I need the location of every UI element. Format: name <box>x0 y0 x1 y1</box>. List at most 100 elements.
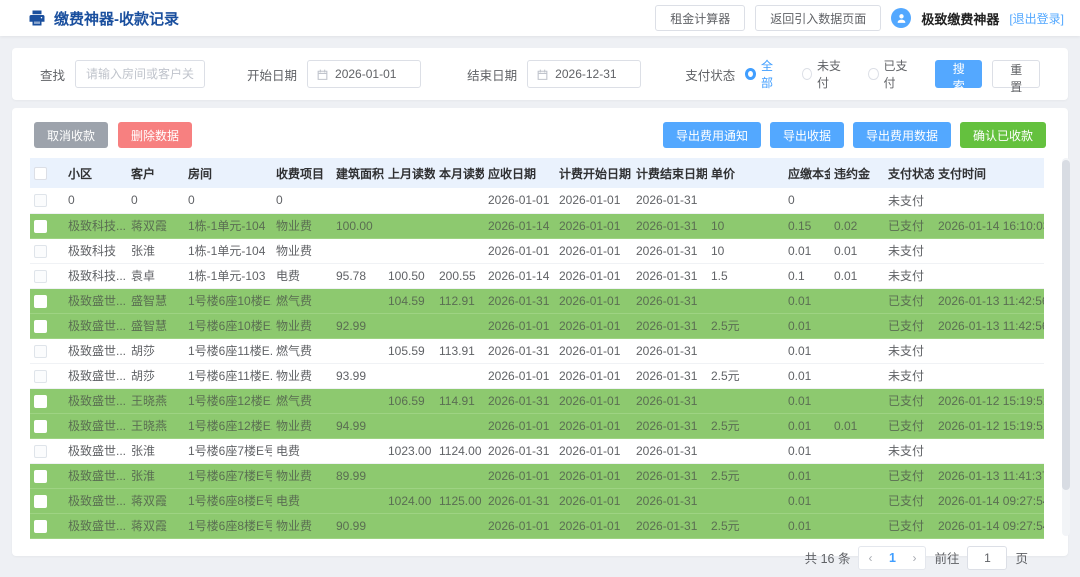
checkbox-cell <box>30 513 64 538</box>
table-cell: 物业费 <box>272 213 332 238</box>
column-header: 上月读数 <box>384 158 435 188</box>
table-cell: 未支付 <box>884 338 934 363</box>
search-button[interactable]: 搜索 <box>935 60 983 88</box>
back-to-import-button[interactable]: 返回引入数据页面 <box>755 5 881 31</box>
cancel-collection-button[interactable]: 取消收款 <box>34 122 108 148</box>
current-page-button[interactable]: 1 <box>881 551 903 565</box>
table-cell: 1.5 <box>707 263 784 288</box>
table-cell: 盛智慧 <box>127 288 184 313</box>
table-row[interactable]: 极致盛世...盛智慧1号楼6座10楼E...物业费92.992026-01-01… <box>30 313 1044 338</box>
table-cell <box>707 338 784 363</box>
table-cell: 2026-01-01 <box>555 338 632 363</box>
table-row[interactable]: 极致盛世...胡莎1号楼6座11楼E...物业费93.992026-01-012… <box>30 363 1044 388</box>
table-cell: 0.01 <box>784 388 830 413</box>
table-cell: 王晓燕 <box>127 413 184 438</box>
select-all-checkbox[interactable] <box>34 167 47 180</box>
table-cell: 已支付 <box>884 513 934 538</box>
filter-bar: 查找 开始日期 2026-01-01 结束日期 2026-12-31 支付状态 … <box>12 48 1068 100</box>
table-cell: 未支付 <box>884 238 934 263</box>
table-cell: 物业费 <box>272 313 332 338</box>
table-cell: 2026-01-31 <box>632 288 707 313</box>
row-checkbox[interactable] <box>34 194 47 207</box>
reset-button[interactable]: 重置 <box>992 60 1040 88</box>
table-cell: 物业费 <box>272 463 332 488</box>
table-cell: 极致盛世... <box>64 413 127 438</box>
table-cell: 2026-01-14 09:27:54 <box>934 513 1044 538</box>
row-checkbox[interactable] <box>34 420 47 433</box>
next-page-button[interactable]: › <box>903 551 925 565</box>
table-cell: 张淮 <box>127 463 184 488</box>
pay-status-radio-全部[interactable]: 全部 <box>745 57 779 91</box>
table-row[interactable]: 极致盛世...盛智慧1号楼6座10楼E...燃气费104.59112.91202… <box>30 288 1044 313</box>
table-cell: 燃气费 <box>272 388 332 413</box>
table-cell: 2026-01-01 <box>555 513 632 538</box>
end-date-input[interactable]: 2026-12-31 <box>527 60 641 88</box>
table-row[interactable]: 00002026-01-012026-01-012026-01-310未支付 <box>30 188 1044 213</box>
row-checkbox[interactable] <box>34 220 47 233</box>
search-input[interactable] <box>75 60 205 88</box>
checkbox-cell <box>30 413 64 438</box>
row-checkbox[interactable] <box>34 345 47 358</box>
prev-page-button[interactable]: ‹ <box>859 551 881 565</box>
row-checkbox[interactable] <box>34 295 47 308</box>
table-cell: 1号楼6座10楼E... <box>184 288 272 313</box>
table-cell: 2026-01-31 <box>632 438 707 463</box>
radio-dot-icon <box>745 68 756 80</box>
table-cell: 未支付 <box>884 438 934 463</box>
table-cell <box>830 188 884 213</box>
pagination-total: 共 16 条 <box>805 548 851 567</box>
row-checkbox[interactable] <box>34 445 47 458</box>
pay-status-radio-已支付[interactable]: 已支付 <box>868 57 913 91</box>
table-row[interactable]: 极致盛世...王晓燕1号楼6座12楼E...物业费94.992026-01-01… <box>30 413 1044 438</box>
export-fee-data-button[interactable]: 导出费用数据 <box>853 122 951 148</box>
scrollbar-thumb[interactable] <box>1062 160 1070 490</box>
radio-label: 未支付 <box>817 57 846 91</box>
table-cell: 2026-01-01 <box>555 488 632 513</box>
table-row[interactable]: 极致科技...蒋双霞1栋-1单元-104物业费100.002026-01-142… <box>30 213 1044 238</box>
export-fee-notice-button[interactable]: 导出费用通知 <box>663 122 761 148</box>
row-checkbox[interactable] <box>34 245 47 258</box>
table-row[interactable]: 极致盛世...张淮1号楼6座7楼E号房物业费89.992026-01-01202… <box>30 463 1044 488</box>
table-row[interactable]: 极致科技张淮1栋-1单元-104物业费2026-01-012026-01-012… <box>30 238 1044 263</box>
table-toolbar: 取消收款 删除数据 导出费用通知 导出收据 导出费用数据 确认已收款 <box>34 122 1046 148</box>
table-row[interactable]: 极致盛世...蒋双霞1号楼6座8楼E号房物业费90.992026-01-0120… <box>30 513 1044 538</box>
logout-link[interactable]: [退出登录] <box>1009 10 1064 27</box>
rent-calculator-button[interactable]: 租金计算器 <box>655 5 745 31</box>
table-cell: 2026-01-31 <box>632 413 707 438</box>
table-cell: 物业费 <box>272 238 332 263</box>
row-checkbox[interactable] <box>34 470 47 483</box>
table-cell: 已支付 <box>884 213 934 238</box>
row-checkbox[interactable] <box>34 270 47 283</box>
table-cell: 0 <box>184 188 272 213</box>
table-cell <box>934 338 1044 363</box>
column-header: 支付时间 <box>934 158 1044 188</box>
table-row[interactable]: 极致盛世...蒋双霞1号楼6座8楼E号房电费1024.001125.002026… <box>30 488 1044 513</box>
row-checkbox[interactable] <box>34 495 47 508</box>
table-row[interactable]: 极致盛世...王晓燕1号楼6座12楼E...燃气费106.59114.91202… <box>30 388 1044 413</box>
user-avatar-icon <box>891 8 911 28</box>
row-checkbox[interactable] <box>34 520 47 533</box>
row-checkbox[interactable] <box>34 370 47 383</box>
table-cell: 0 <box>272 188 332 213</box>
table-cell: 极致盛世... <box>64 288 127 313</box>
table-cell: 2026-01-01 <box>484 188 555 213</box>
table-row[interactable]: 极致盛世...胡莎1号楼6座11楼E...燃气费105.59113.912026… <box>30 338 1044 363</box>
table-cell <box>384 413 435 438</box>
table-scrollbar[interactable] <box>1062 158 1070 536</box>
row-checkbox[interactable] <box>34 320 47 333</box>
pagination: 共 16 条 ‹ 1 › 前往 页 <box>24 539 1056 577</box>
table-cell: 极致盛世... <box>64 438 127 463</box>
start-date-input[interactable]: 2026-01-01 <box>307 60 421 88</box>
pay-status-radio-未支付[interactable]: 未支付 <box>802 57 847 91</box>
table-cell: 1栋-1单元-103 <box>184 263 272 288</box>
table-cell <box>707 488 784 513</box>
delete-data-button[interactable]: 删除数据 <box>118 122 192 148</box>
row-checkbox[interactable] <box>34 395 47 408</box>
table-row[interactable]: 极致盛世...张淮1号楼6座7楼E号房电费1023.001124.002026-… <box>30 438 1044 463</box>
confirm-received-button[interactable]: 确认已收款 <box>960 122 1046 148</box>
export-receipt-button[interactable]: 导出收据 <box>770 122 844 148</box>
table-row[interactable]: 极致科技...袁卓1栋-1单元-103电费95.78100.50200.5520… <box>30 263 1044 288</box>
table-cell <box>707 388 784 413</box>
table-cell: 胡莎 <box>127 363 184 388</box>
table-cell: 89.99 <box>332 463 384 488</box>
